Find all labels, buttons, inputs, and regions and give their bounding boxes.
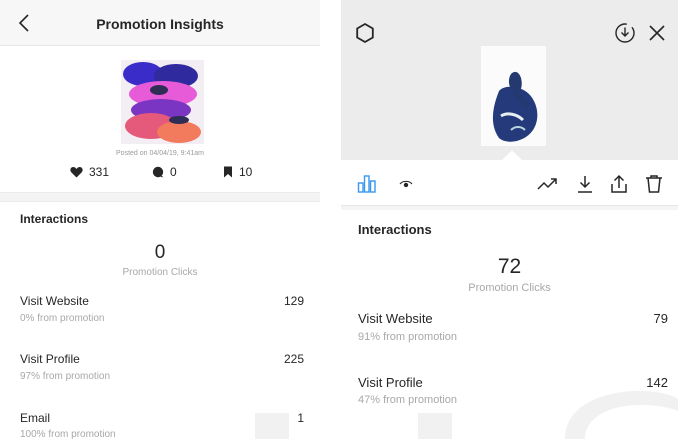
- row-subtext: 0% from promotion: [20, 313, 105, 324]
- comments-stat: 0: [152, 165, 177, 179]
- row-value: 129: [283, 294, 304, 308]
- saves-stat: 10: [223, 165, 252, 179]
- post-insights-screen: Interactions 72 Promotion Clicks Visit W…: [341, 0, 678, 439]
- eye-icon[interactable]: [399, 177, 413, 191]
- trash-icon[interactable]: [644, 174, 664, 194]
- row-subtext: 100% from promotion: [20, 429, 116, 439]
- row-subtext: 47% from promotion: [358, 394, 458, 406]
- row-value: 79: [653, 311, 668, 326]
- insights-toolbar: [341, 160, 678, 206]
- trend-icon[interactable]: [537, 174, 559, 194]
- promotion-clicks-value: 72: [497, 255, 522, 278]
- post-thumbnail[interactable]: [481, 46, 546, 146]
- page-title: Promotion Insights: [96, 16, 224, 32]
- promotion-clicks-value: 0: [154, 242, 166, 263]
- row-subtext: 91% from promotion: [358, 331, 458, 343]
- posted-date: Posted on 04/04/19, 9:41am: [116, 150, 204, 157]
- row-subtext: 97% from promotion: [20, 371, 111, 382]
- comment-icon: [152, 166, 164, 178]
- row-value: 1: [297, 411, 304, 425]
- row-label: Visit Profile: [20, 352, 80, 366]
- gear-icon[interactable]: [354, 22, 376, 44]
- comments-count: 0: [170, 165, 177, 179]
- promotion-insights-screen: Promotion Insights Posted on 04/04/19, 9…: [0, 0, 320, 439]
- row-label: Visit Website: [20, 294, 89, 308]
- row-label: Visit Website: [358, 311, 433, 326]
- download-circle-icon[interactable]: [614, 22, 636, 44]
- bar-chart-icon[interactable]: [357, 174, 377, 194]
- share-icon[interactable]: [609, 174, 629, 194]
- likes-stat: 331: [70, 165, 109, 179]
- section-divider: [0, 192, 320, 202]
- row-value: 225: [283, 352, 304, 366]
- section-divider: [341, 206, 678, 210]
- interactions-heading: Interactions: [20, 212, 89, 226]
- download-icon[interactable]: [575, 174, 595, 194]
- bookmark-icon: [224, 166, 232, 178]
- row-value: 142: [646, 375, 668, 390]
- interactions-heading: Interactions: [358, 222, 432, 237]
- promotion-clicks-label: Promotion Clicks: [468, 282, 551, 294]
- row-label: Email: [20, 411, 51, 425]
- row-label: Visit Profile: [358, 375, 423, 390]
- top-bar: Promotion Insights: [0, 0, 320, 46]
- heart-icon: [70, 167, 83, 178]
- likes-count: 331: [89, 165, 110, 179]
- close-icon[interactable]: [647, 23, 667, 43]
- promotion-clicks-label: Promotion Clicks: [122, 267, 198, 278]
- saves-count: 10: [239, 165, 253, 179]
- post-preview-area: [341, 0, 678, 160]
- post-thumbnail[interactable]: [121, 60, 204, 144]
